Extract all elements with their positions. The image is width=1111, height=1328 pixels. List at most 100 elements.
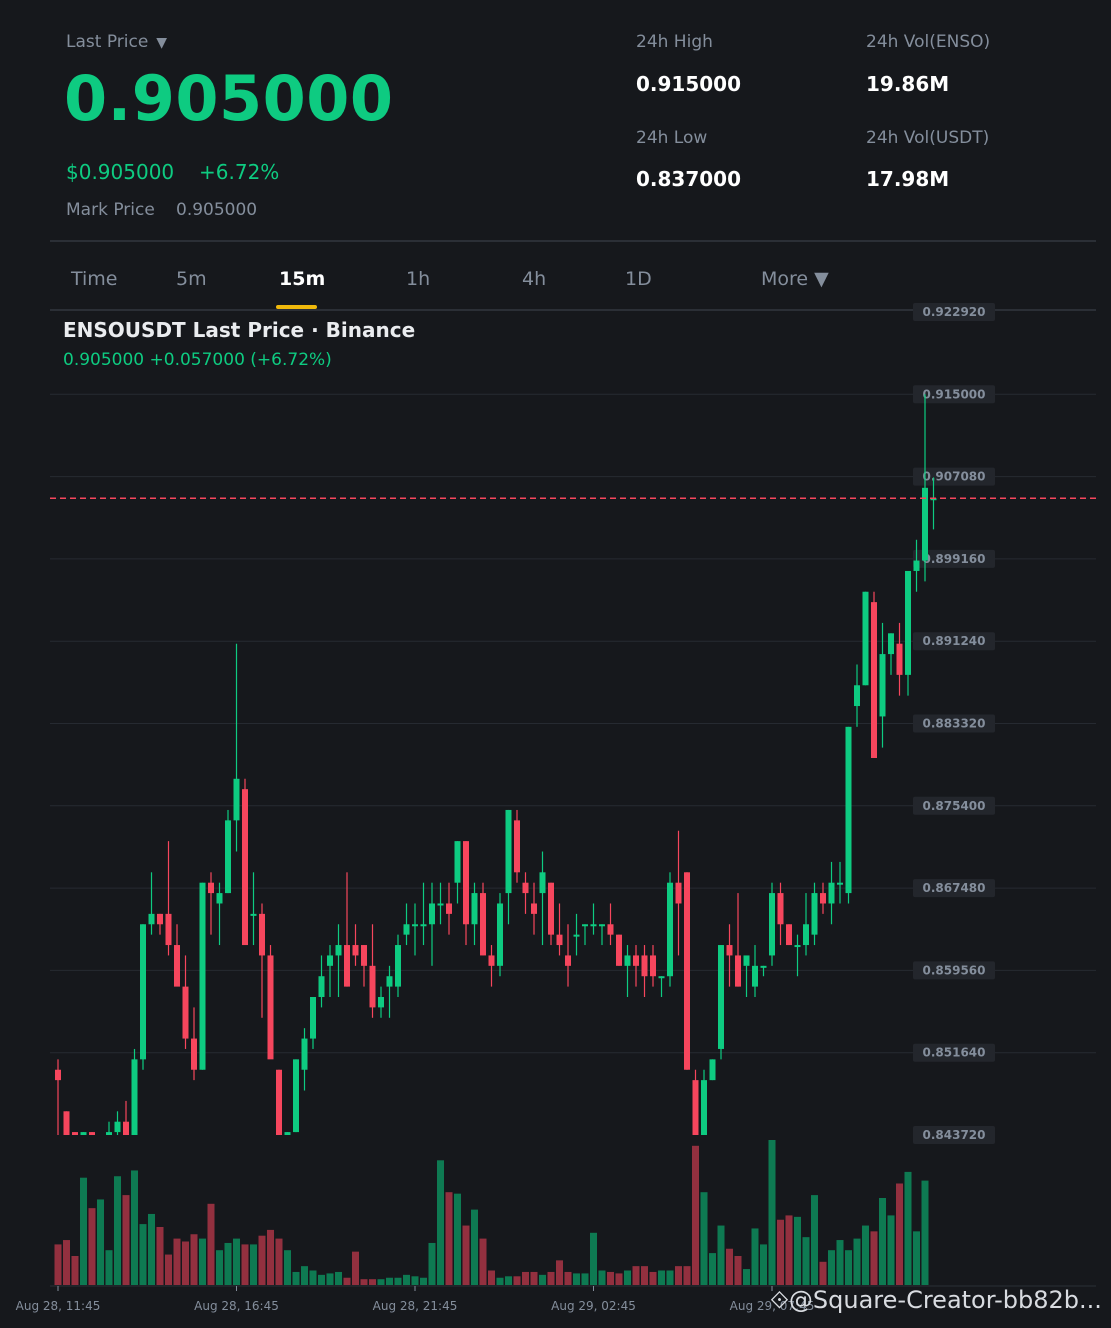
candle-body bbox=[837, 882, 843, 885]
volume-bar bbox=[726, 1248, 733, 1285]
candle-body bbox=[293, 1059, 299, 1133]
volume-bar bbox=[573, 1273, 580, 1285]
x-tick-label: Aug 28, 21:45 bbox=[373, 1299, 458, 1313]
candle-body bbox=[820, 893, 826, 904]
candle-body bbox=[437, 903, 444, 906]
candle-body bbox=[242, 789, 248, 946]
volume-bar bbox=[258, 1235, 266, 1285]
candle-body bbox=[854, 685, 860, 707]
candle-body bbox=[165, 913, 172, 946]
candle-body bbox=[352, 945, 359, 956]
candle-body bbox=[871, 602, 877, 758]
volume-bar bbox=[190, 1234, 198, 1285]
volume-bar bbox=[250, 1244, 257, 1285]
volume-bar bbox=[607, 1271, 614, 1285]
volume-bar bbox=[785, 1215, 793, 1285]
y-tick-label: 0.867480 bbox=[922, 881, 985, 895]
candle-body bbox=[522, 882, 529, 894]
candle-body bbox=[590, 924, 597, 927]
volume-bar bbox=[156, 1227, 164, 1285]
volume-bar bbox=[233, 1238, 240, 1285]
candle-body bbox=[259, 913, 265, 956]
volume-bar bbox=[437, 1160, 444, 1285]
volume-bar bbox=[241, 1244, 249, 1285]
volume-bar bbox=[556, 1260, 563, 1285]
candle-body bbox=[641, 955, 648, 977]
volume-bar bbox=[386, 1277, 393, 1285]
candle-body bbox=[573, 934, 580, 937]
candle-body bbox=[633, 955, 639, 966]
volume-bar bbox=[97, 1199, 104, 1285]
candle-body bbox=[80, 1132, 87, 1135]
volume-bar bbox=[462, 1225, 470, 1285]
y-tick-label: 0.915000 bbox=[922, 387, 985, 401]
volume-bar bbox=[760, 1244, 767, 1285]
volume-bar bbox=[360, 1279, 368, 1285]
x-tick-label: Aug 28, 11:45 bbox=[16, 1299, 101, 1313]
volume-bar bbox=[811, 1195, 818, 1285]
x-tick-label: Aug 28, 16:45 bbox=[194, 1299, 279, 1313]
volume-bar bbox=[615, 1273, 623, 1285]
volume-bar bbox=[768, 1140, 776, 1285]
volume-bar bbox=[547, 1271, 555, 1285]
candle-body bbox=[888, 633, 894, 655]
y-tick-label: 0.875400 bbox=[922, 799, 985, 813]
y-tick-label: 0.883320 bbox=[922, 717, 985, 731]
volume-bar bbox=[751, 1228, 759, 1285]
volume-bar bbox=[309, 1270, 317, 1285]
volume-bar bbox=[488, 1270, 495, 1285]
volume-bar bbox=[71, 1256, 79, 1285]
volume-bar bbox=[700, 1192, 708, 1285]
y-tick-label: 0.851640 bbox=[922, 1046, 985, 1060]
candle-body bbox=[63, 1111, 70, 1135]
volume-bar bbox=[904, 1171, 912, 1285]
volume-bar bbox=[513, 1276, 521, 1285]
y-tick-label: 0.922920 bbox=[922, 305, 985, 319]
volume-bar bbox=[173, 1238, 181, 1285]
candle-body bbox=[191, 1038, 197, 1070]
volume-bar bbox=[564, 1271, 572, 1285]
candle-body bbox=[378, 997, 384, 1008]
candle-body bbox=[650, 955, 656, 977]
candle-body bbox=[199, 882, 206, 1070]
candle-body bbox=[794, 945, 801, 948]
x-tick-label: Aug 29, 02:45 bbox=[551, 1299, 636, 1313]
volume-bar bbox=[862, 1225, 869, 1285]
candle-body bbox=[174, 945, 180, 987]
volume-bar bbox=[496, 1277, 504, 1285]
candle-body bbox=[72, 1132, 78, 1135]
volume-bar bbox=[794, 1216, 801, 1285]
volume-bar bbox=[352, 1251, 359, 1285]
candle-body bbox=[565, 955, 571, 966]
candle-body bbox=[862, 591, 869, 686]
candle-body bbox=[216, 893, 223, 904]
candle-body bbox=[123, 1121, 129, 1135]
candle-body bbox=[531, 903, 537, 914]
candle-body bbox=[208, 882, 214, 894]
candle-body bbox=[514, 820, 520, 873]
binance-logo-icon: ⟐ bbox=[770, 1286, 789, 1314]
volume-bar bbox=[335, 1271, 342, 1285]
volume-bar bbox=[207, 1203, 215, 1285]
volume-bar bbox=[63, 1240, 70, 1285]
candlestick-chart[interactable]: 0.922920 0.915000 0.907080 0.899160 0.891240… bbox=[0, 0, 1111, 1328]
candle-body bbox=[539, 872, 546, 894]
candle-body bbox=[420, 924, 427, 927]
volume-bar bbox=[411, 1276, 419, 1285]
candle-body bbox=[692, 1080, 699, 1135]
volume-bar bbox=[590, 1232, 597, 1285]
volume-bar bbox=[284, 1250, 291, 1285]
candle-body bbox=[667, 882, 673, 977]
volume-bar bbox=[683, 1266, 691, 1285]
candle-body bbox=[624, 955, 631, 966]
volume-bar bbox=[802, 1237, 810, 1285]
volume-bar bbox=[88, 1208, 96, 1285]
volume-bar bbox=[913, 1231, 920, 1285]
y-tick-label: 0.859560 bbox=[922, 963, 985, 977]
candle-body bbox=[114, 1121, 121, 1133]
volume-bar bbox=[649, 1271, 657, 1285]
candle-body bbox=[616, 934, 622, 966]
candle-body bbox=[675, 882, 682, 904]
volume-bar bbox=[199, 1238, 206, 1285]
candle-body bbox=[505, 809, 512, 894]
